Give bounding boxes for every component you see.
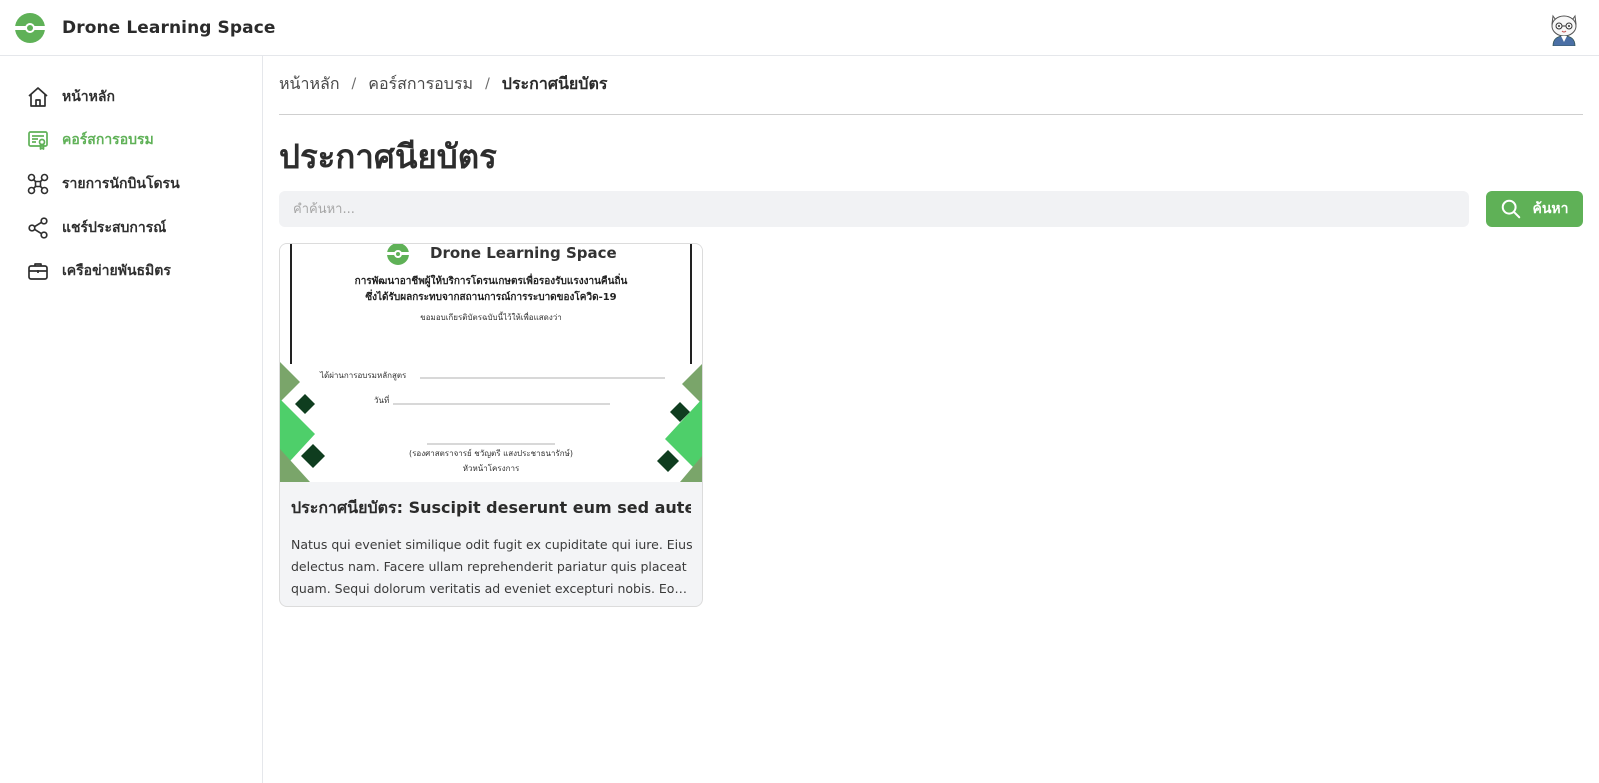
sidebar-item-label: รายการนักบินโดรน [62,176,180,192]
search-input[interactable] [279,191,1469,227]
sidebar-item-share-experience[interactable]: แชร์ประสบการณ์ [26,214,166,242]
certificate-card[interactable]: Drone Learning Space การพัฒนาอาชีพผู้ให้… [279,243,703,607]
cat-avatar-icon[interactable] [1547,10,1581,46]
top-bar: Drone Learning Space [0,0,1599,56]
sidebar-item-label: คอร์สการอบรม [62,132,154,148]
certificate-statement: ขอมอบเกียรติบัตรฉบับนี้ไว้ให้เพื่อแสดงว่… [420,313,562,322]
drone-logo-icon [15,13,45,43]
briefcase-icon [28,263,48,280]
breadcrumb-item-current: ประกาศนียบัตร [501,73,608,93]
sidebar-item-courses[interactable]: คอร์สการอบรม [26,126,154,154]
breadcrumb: หน้าหลัก / คอร์สการอบรม / ประกาศนียบัตร [279,72,607,96]
certificate-signer: (รองศาสตราจารย์ ชวัญตรี แสงประชาธนารักษ์… [409,449,573,458]
certificate-signer-role: หัวหน้าโครงการ [462,464,520,473]
breadcrumb-divider [279,114,1583,115]
certificate-icon [28,131,48,150]
certificate-brand: Drone Learning Space [430,244,617,262]
sidebar-item-label: แชร์ประสบการณ์ [62,220,167,236]
certificate-course-field: ได้ผ่านการอบรมหลักสูตร [320,371,407,380]
page-title: ประกาศนียบัตร [279,137,497,176]
share-icon [28,217,48,239]
search-icon [1502,199,1521,219]
certificate-course-subtitle: ซึ่งได้รับผลกระทบจากสถานการณ์การระบาดของ… [365,292,617,303]
sidebar-item-partners[interactable]: เครือข่ายพันธมิตร [26,257,171,285]
breadcrumb-item-courses[interactable]: คอร์สการอบรม [368,72,473,97]
sidebar-item-home[interactable]: หน้าหลัก [26,83,115,111]
search-button[interactable]: ค้นหา [1486,191,1583,227]
home-icon [28,87,48,107]
card-title[interactable]: ประกาศนียบัตร: Suscipit deserunt eum sed… [291,496,691,521]
breadcrumb-separator: / [485,76,490,92]
sidebar: หน้าหลัก คอร์สการอบรม รายการนักบินโดรน แ… [0,56,263,783]
search-button-label: ค้นหา [1532,201,1569,217]
sidebar-item-label: เครือข่ายพันธมิตร [62,263,171,279]
sidebar-item-drone-pilots[interactable]: รายการนักบินโดรน [26,170,180,198]
brand[interactable]: Drone Learning Space [14,10,276,46]
breadcrumb-item-home[interactable]: หน้าหลัก [279,72,340,97]
breadcrumb-separator: / [351,76,357,92]
brand-name: Drone Learning Space [62,18,276,38]
drone-icon [27,173,49,195]
certificate-date-field: วันที่ [374,396,390,405]
sidebar-item-label: หน้าหลัก [62,89,115,105]
card-description: Natus qui eveniet similique odit fugit e… [291,537,693,596]
certificate-thumbnail: Drone Learning Space การพัฒนาอาชีพผู้ให้… [280,244,702,482]
certificate-course-title: การพัฒนาอาชีพผู้ให้บริการโดรนเกษตรเพื่อร… [354,276,628,287]
